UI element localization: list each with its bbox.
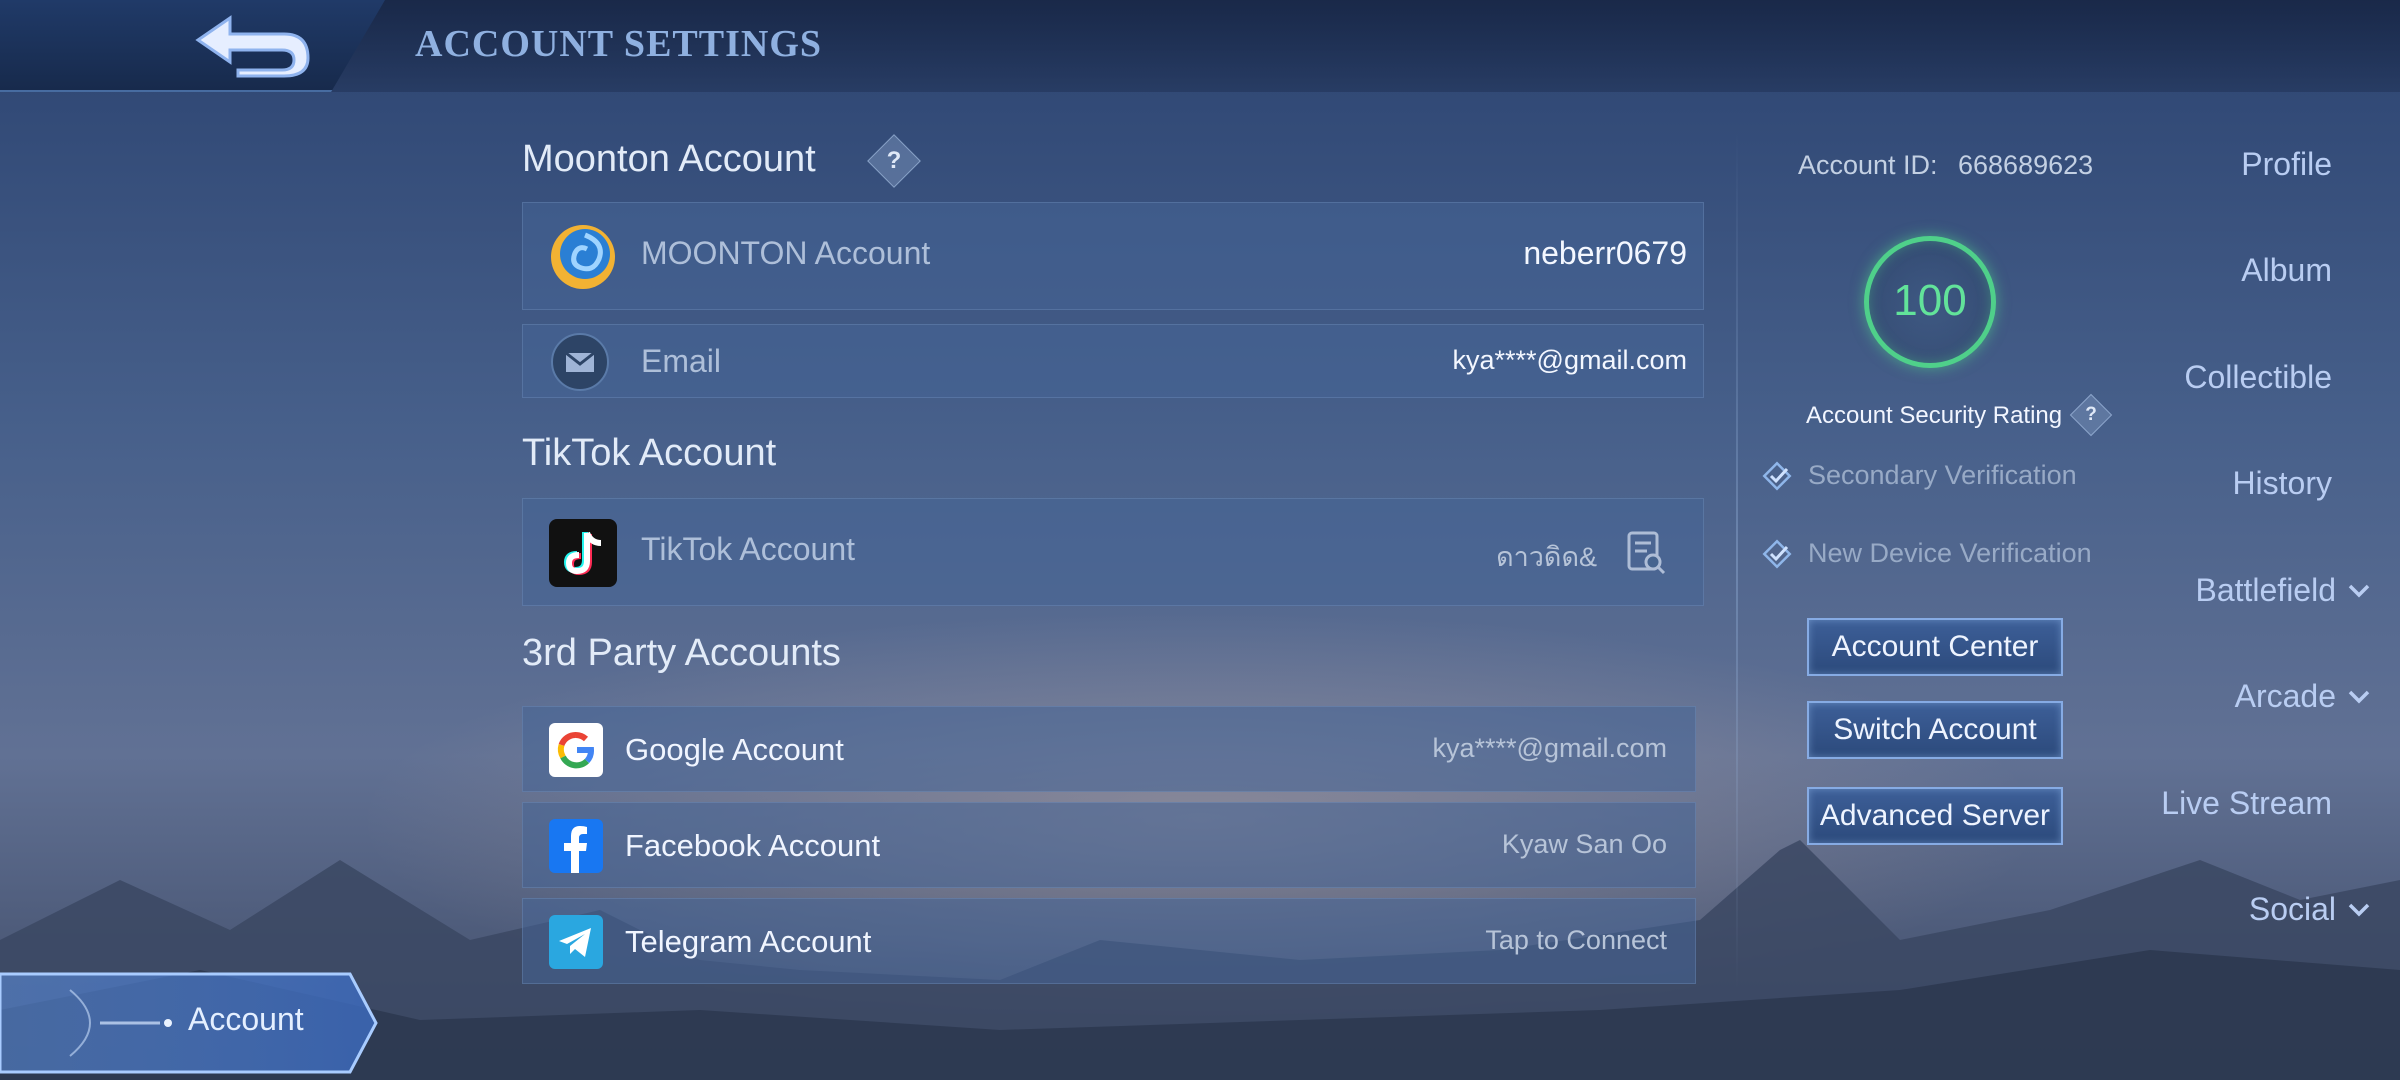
tiktok-logo-icon	[549, 519, 617, 587]
sidebar-item-battlefield[interactable]: Battlefield	[2195, 572, 2370, 609]
facebook-account-label: Facebook Account	[625, 828, 881, 863]
google-account-label: Google Account	[625, 732, 844, 767]
moonton-logo-icon	[551, 225, 615, 289]
new-device-verification[interactable]: New Device Verification	[1762, 538, 2092, 569]
account-center-button[interactable]: Account Center	[1807, 618, 2063, 676]
back-arrow-icon	[195, 15, 310, 78]
mail-icon	[551, 333, 609, 391]
sidebar-item-label: Arcade	[2234, 678, 2336, 714]
sidebar-item-account-label: Account	[188, 1001, 304, 1037]
sidebar-item-album[interactable]: Album	[2241, 252, 2332, 289]
sidebar-item-label: Social	[2248, 891, 2336, 927]
page-title: ACCOUNT SETTINGS	[415, 23, 823, 65]
advanced-server-button[interactable]: Advanced Server	[1807, 787, 2063, 845]
sidebar-item-label: Profile	[2241, 146, 2332, 182]
google-account-row[interactable]: Google Account kya****@gmail.com	[522, 706, 1696, 792]
sidebar-item-arcade[interactable]: Arcade	[2235, 678, 2370, 715]
telegram-account-label: Telegram Account	[625, 924, 872, 959]
sidebar-item-history[interactable]: History	[2232, 465, 2332, 502]
sidebar-item-collectible[interactable]: Collectible	[2184, 359, 2332, 396]
moonton-account-row[interactable]: MOONTON Account neberr0679	[522, 202, 1704, 310]
sidebar-item-social[interactable]: Social	[2249, 891, 2370, 928]
email-row[interactable]: Email kya****@gmail.com	[522, 324, 1704, 398]
tiktok-account-value: ดาวดิด&	[1496, 542, 1597, 572]
telegram-account-row[interactable]: Telegram Account Tap to Connect	[522, 898, 1696, 984]
tiktok-account-label: TikTok Account	[641, 531, 856, 567]
facebook-logo-icon	[549, 819, 603, 873]
verified-check-icon	[1762, 461, 1792, 490]
security-rating-label: Account Security Rating	[1806, 402, 2063, 429]
account-id-value: 668689623	[1958, 150, 2094, 180]
secondary-verification-label: Secondary Verification	[1808, 460, 2077, 490]
email-label: Email	[641, 343, 722, 379]
verified-check-icon	[1762, 539, 1792, 568]
sidebar-item-profile[interactable]: Profile	[2241, 146, 2332, 183]
chevron-down-icon	[2348, 584, 2370, 597]
sidebar-item-label: Collectible	[2184, 359, 2332, 395]
chevron-down-icon	[2348, 903, 2370, 916]
telegram-account-value: Tap to Connect	[1485, 925, 1667, 955]
security-rating-value: 100	[1893, 276, 1967, 325]
tiktok-section-title: TikTok Account	[522, 432, 777, 474]
telegram-logo-icon	[549, 915, 603, 969]
facebook-account-value: Kyaw San Oo	[1501, 829, 1667, 859]
sidebar-item-label: Live Stream	[2161, 785, 2332, 821]
email-value: kya****@gmail.com	[1452, 345, 1687, 375]
panel-divider	[1736, 130, 1738, 990]
chevron-down-icon	[2348, 690, 2370, 703]
tiktok-account-row[interactable]: TikTok Account ดาวดิด&	[522, 498, 1704, 606]
moonton-account-value: neberr0679	[1523, 235, 1687, 271]
moonton-account-label: MOONTON Account	[641, 235, 931, 271]
document-search-icon[interactable]	[1625, 531, 1667, 575]
sidebar-item-live-stream[interactable]: Live Stream	[2161, 785, 2332, 822]
sidebar-item-label: Battlefield	[2195, 572, 2336, 608]
sidebar-item-label: Album	[2241, 252, 2332, 288]
switch-account-button[interactable]: Switch Account	[1807, 701, 2063, 759]
secondary-verification[interactable]: Secondary Verification	[1762, 460, 2077, 491]
account-id-label: Account ID:	[1798, 150, 1938, 180]
back-button[interactable]	[190, 12, 320, 78]
third-party-section-title: 3rd Party Accounts	[522, 632, 841, 674]
sidebar-item-label: History	[2232, 465, 2332, 501]
facebook-account-row[interactable]: Facebook Account Kyaw San Oo	[522, 802, 1696, 888]
moonton-section-title: Moonton Account	[522, 138, 816, 180]
new-device-verification-label: New Device Verification	[1808, 538, 2092, 568]
google-logo-icon	[549, 723, 603, 777]
google-account-value: kya****@gmail.com	[1432, 733, 1667, 763]
